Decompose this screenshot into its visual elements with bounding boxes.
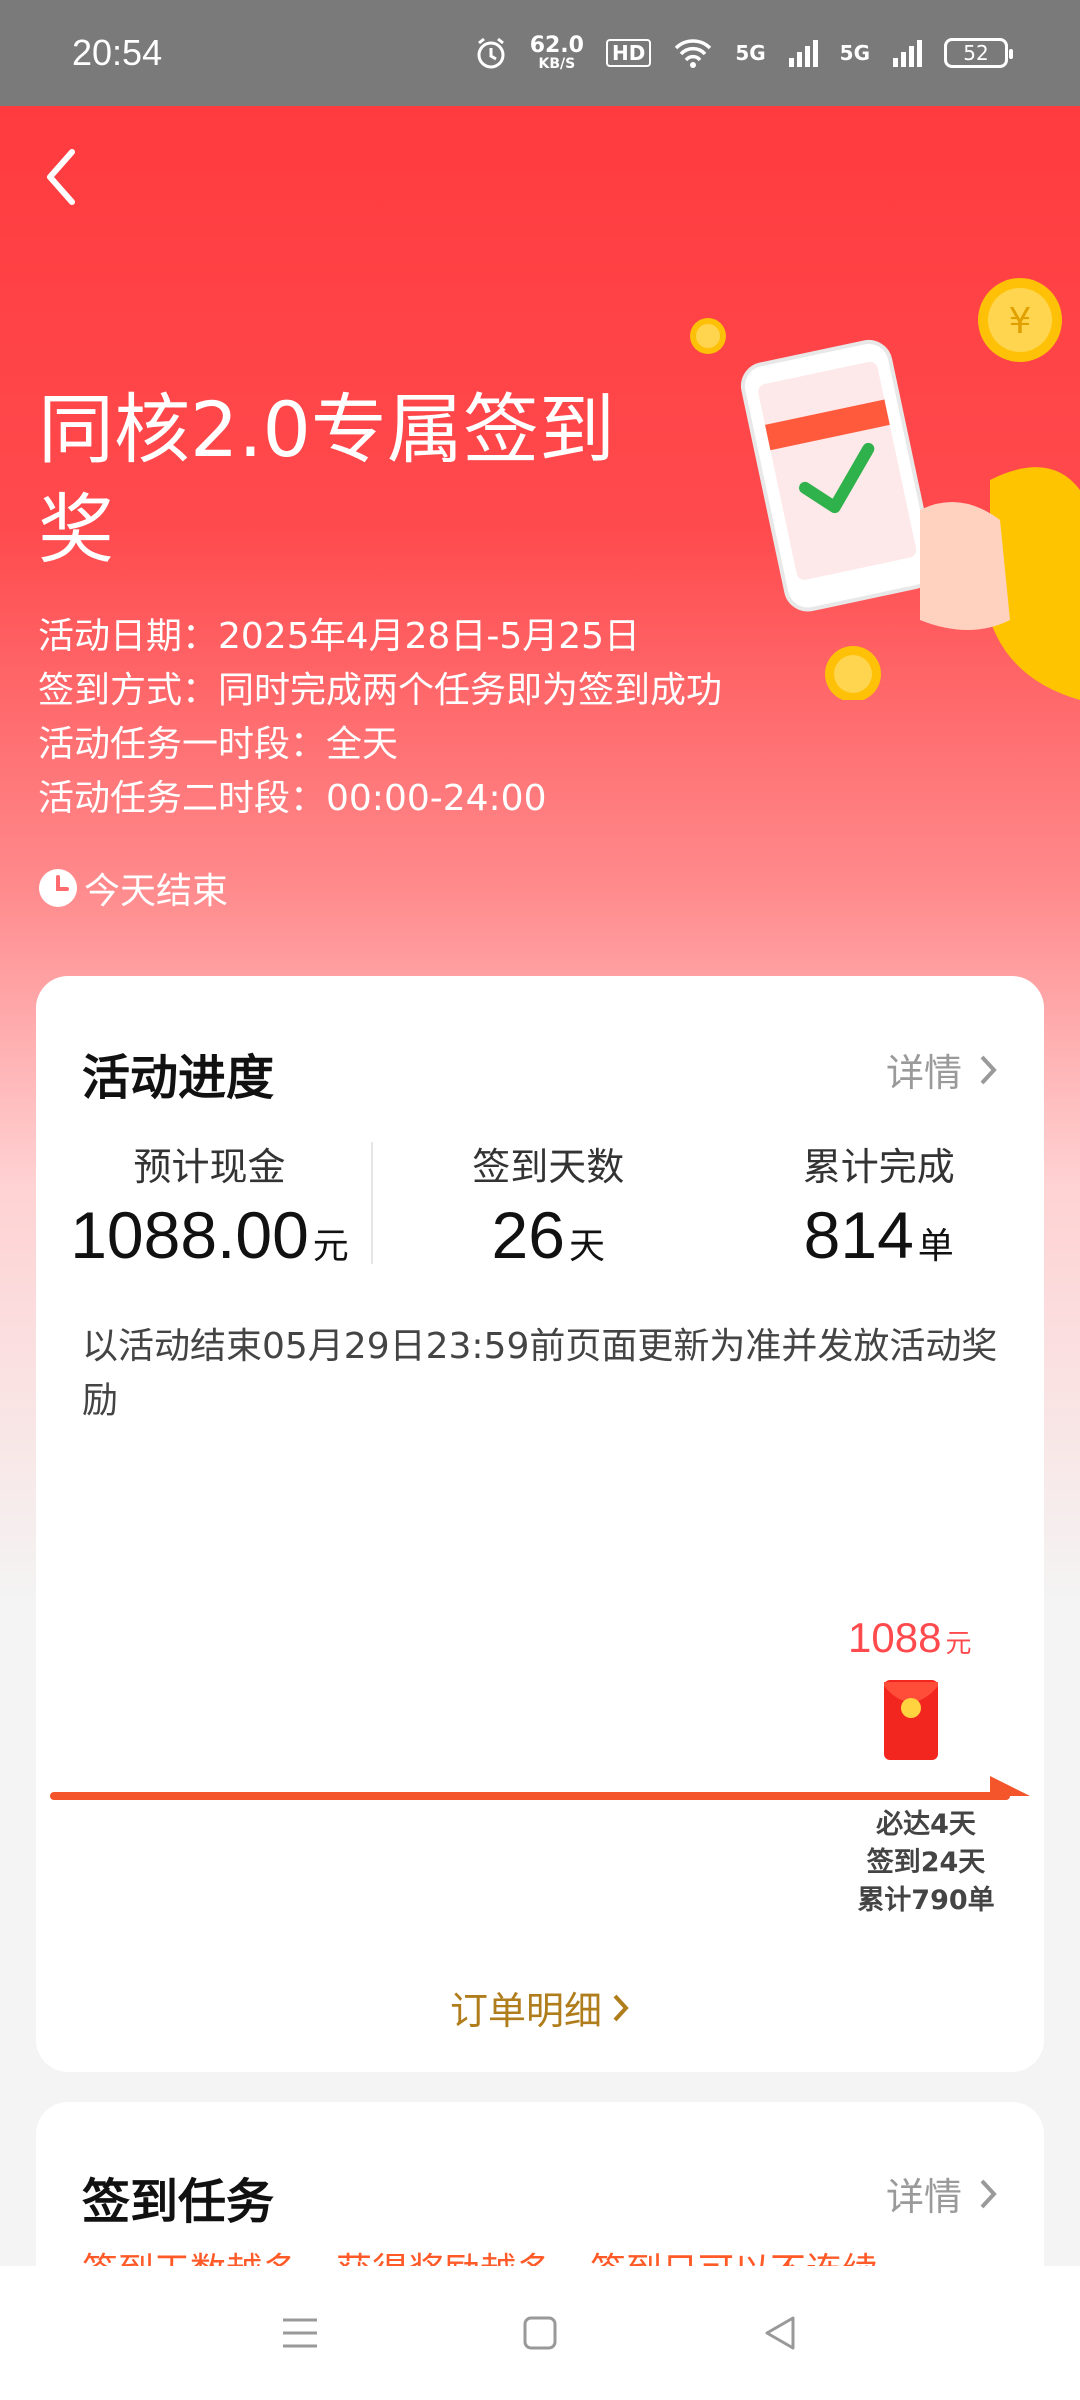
clock-icon <box>39 869 77 907</box>
signal-icon-2 <box>893 40 922 67</box>
task-one-period: 活动任务一时段：全天 <box>38 724 399 765</box>
wifi-icon <box>675 39 712 68</box>
activity-info: 活动日期：2025年4月28日-5月25日 签到方式：同时完成两个任务即为签到成… <box>38 610 722 826</box>
milestone-amount-value: 1088 <box>848 1614 942 1661</box>
back-button[interactable] <box>38 142 88 212</box>
system-nav-bar <box>0 2266 1080 2400</box>
milestone-amount-unit: 元 <box>945 1628 972 1658</box>
milestone-condition: 累计790单 <box>857 1885 995 1916</box>
hd-icon: HD <box>605 39 652 67</box>
order-detail-link[interactable]: 订单明细 <box>36 1980 1044 2035</box>
stat-value: 814 <box>803 1198 914 1272</box>
stat-label: 累计完成 <box>802 1145 955 1189</box>
home-icon[interactable] <box>517 2310 563 2356</box>
tasks-card-title: 签到任务 <box>82 2174 275 2230</box>
signal-icon <box>788 40 818 67</box>
menu-icon[interactable] <box>277 2310 323 2356</box>
chevron-right-icon <box>613 1994 629 2021</box>
status-time: 20:54 <box>72 32 163 73</box>
detail-label: 详情 <box>885 1051 962 1095</box>
stat-label: 签到天数 <box>472 1145 625 1189</box>
stat-unit: 单 <box>917 1226 954 1267</box>
order-detail-label: 订单明细 <box>449 1989 602 2033</box>
milestone-amount: 1088 元 <box>848 1614 971 1662</box>
network-speed-value: 62.0 <box>529 33 584 58</box>
progress-card-title: 活动进度 <box>82 1050 275 1106</box>
checkin-method: 签到方式：同时完成两个任务即为签到成功 <box>38 670 723 711</box>
alarm-icon <box>477 37 505 69</box>
phone-checkin-illustration: ¥ <box>690 278 1080 700</box>
red-packet-icon <box>884 1680 938 1760</box>
stats-divider <box>371 1142 373 1264</box>
svg-text:¥: ¥ <box>1009 301 1032 342</box>
chevron-right-icon <box>980 2179 997 2208</box>
ends-text: 今天结束 <box>84 871 229 912</box>
milestone-conditions: 必达4天 签到24天 累计790单 <box>826 1806 1026 1920</box>
stat-unit: 天 <box>568 1226 605 1267</box>
stat-total-orders: 累计完成 814 单 <box>714 1136 1044 1276</box>
signal-5g-label-2: 5G <box>839 41 870 65</box>
signal-5g-label-1: 5G <box>735 41 766 65</box>
milestone-condition: 签到24天 <box>866 1847 986 1878</box>
stat-value: 1088.00 <box>70 1198 309 1272</box>
milestone-condition: 必达4天 <box>876 1809 976 1840</box>
stat-checkin-days: 签到天数 26 天 <box>383 1136 713 1276</box>
reward-note: 以活动结束05月29日23:59前页面更新为准并发放活动奖励 <box>82 1326 998 1421</box>
progress-card: 活动进度 详情 预计现金 1088.00 元 签到天数 26 天 累计完成 814 单… <box>36 976 1044 2072</box>
status-icons: 62.0 KB/S HD 5G 5G 52 <box>474 33 1013 72</box>
network-speed-unit: KB/S <box>538 56 576 72</box>
chevron-right-icon <box>980 1055 997 1084</box>
stat-value: 26 <box>491 1198 565 1272</box>
status-bar: 20:54 62.0 KB/S HD 5G 5G 52 <box>0 0 1080 106</box>
tasks-detail-link[interactable]: 详情 <box>886 2166 998 2221</box>
progress-detail-link[interactable]: 详情 <box>886 1042 998 1097</box>
stat-estimated-cash: 预计现金 1088.00 元 <box>36 1136 383 1276</box>
countdown-status: 今天结束 <box>38 862 228 914</box>
detail-label: 详情 <box>885 2175 962 2219</box>
network-speed: 62.0 KB/S <box>529 33 584 72</box>
progress-stats: 预计现金 1088.00 元 签到天数 26 天 累计完成 814 单 <box>36 1136 1044 1276</box>
stat-unit: 元 <box>312 1226 349 1267</box>
stat-label: 预计现金 <box>133 1145 286 1189</box>
page-title: 同核2.0专属签到奖 <box>38 385 615 574</box>
back-nav-icon[interactable] <box>757 2310 803 2356</box>
battery-icon: 52 <box>944 38 1013 68</box>
task-two-period: 活动任务二时段：00:00-24:00 <box>38 778 547 819</box>
activity-date: 活动日期：2025年4月28日-5月25日 <box>38 616 641 657</box>
